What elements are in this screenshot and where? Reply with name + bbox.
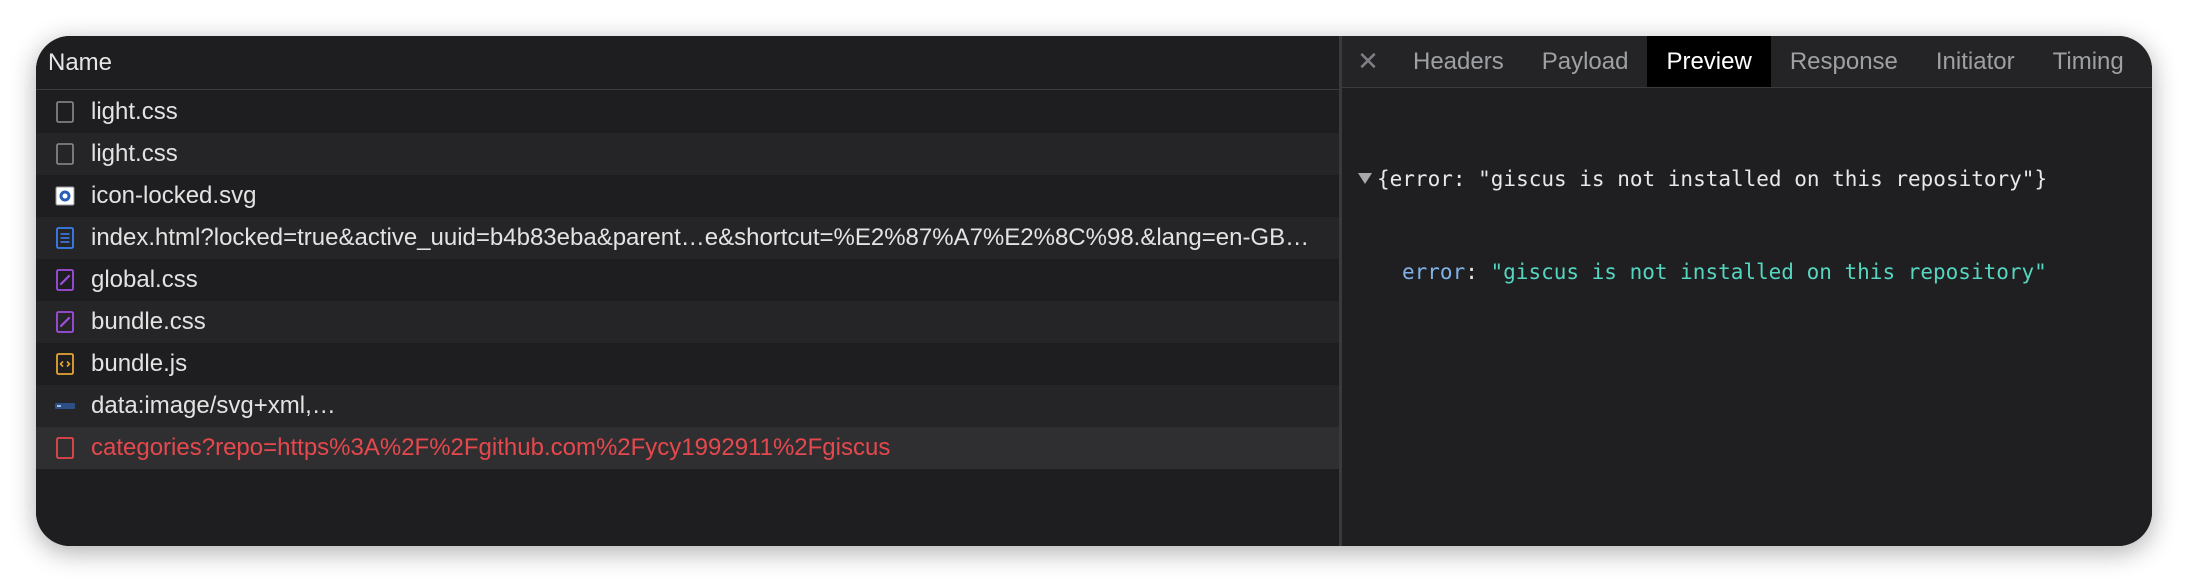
request-name: index.html?locked=true&active_uuid=b4b83… [91, 224, 1310, 251]
details-tab-bar: ✕ Headers Payload Preview Response Initi… [1342, 36, 2152, 88]
stylesheet-file-icon [55, 310, 75, 334]
request-list-panel: Name light.css light.css icon-locked.svg [36, 36, 1339, 546]
devtools-network-window: Name light.css light.css icon-locked.svg [36, 36, 2152, 546]
request-row[interactable]: light.css [36, 133, 1339, 175]
request-row-selected[interactable]: categories?repo=https%3A%2F%2Fgithub.com… [36, 427, 1339, 469]
stylesheet-file-icon [55, 268, 75, 292]
json-key: error [1402, 260, 1466, 284]
request-name: bundle.css [91, 308, 206, 335]
request-name: bundle.js [91, 350, 188, 377]
request-name: light.css [91, 140, 178, 167]
tab-timing[interactable]: Timing [2034, 36, 2143, 87]
json-object-summary[interactable]: {error: "giscus is not installed on this… [1358, 164, 2152, 195]
request-name: categories?repo=https%3A%2F%2Fgithub.com… [91, 434, 891, 461]
json-preview: {error: "giscus is not installed on this… [1342, 88, 2152, 350]
request-details-panel: ✕ Headers Payload Preview Response Initi… [1342, 36, 2152, 546]
request-rows: light.css light.css icon-locked.svg inde… [36, 91, 1339, 469]
tab-payload[interactable]: Payload [1523, 36, 1648, 87]
document-file-icon [55, 226, 75, 250]
request-row[interactable]: global.css [36, 259, 1339, 301]
blank-file-icon [55, 142, 75, 166]
blank-file-icon [55, 100, 75, 124]
json-separator: : [1465, 260, 1491, 284]
name-column-label: Name [48, 48, 113, 76]
request-name: global.css [91, 266, 198, 293]
close-icon[interactable]: ✕ [1342, 36, 1394, 87]
request-name: data:image/svg+xml,… [91, 392, 336, 419]
inline-image-icon [55, 394, 75, 418]
tab-response[interactable]: Response [1771, 36, 1917, 87]
request-row[interactable]: bundle.css [36, 301, 1339, 343]
json-property: error: "giscus is not installed on this … [1358, 257, 2152, 288]
tab-headers[interactable]: Headers [1394, 36, 1523, 87]
request-name: light.css [91, 98, 178, 125]
name-column-header[interactable]: Name [36, 36, 1339, 90]
request-row[interactable]: index.html?locked=true&active_uuid=b4b83… [36, 217, 1339, 259]
request-row[interactable]: bundle.js [36, 343, 1339, 385]
request-row[interactable]: light.css [36, 91, 1339, 133]
script-file-icon [55, 352, 75, 376]
request-row[interactable]: data:image/svg+xml,… [36, 385, 1339, 427]
tab-preview[interactable]: Preview [1647, 36, 1771, 87]
json-string-value: "giscus is not installed on this reposit… [1490, 260, 2047, 284]
failed-request-icon [55, 436, 75, 460]
expand-triangle-icon[interactable] [1358, 173, 1372, 184]
request-name: icon-locked.svg [91, 182, 257, 209]
request-row[interactable]: icon-locked.svg [36, 175, 1339, 217]
tab-initiator[interactable]: Initiator [1917, 36, 2034, 87]
json-summary-text: {error: "giscus is not installed on this… [1377, 167, 2048, 191]
image-file-icon [55, 184, 75, 208]
